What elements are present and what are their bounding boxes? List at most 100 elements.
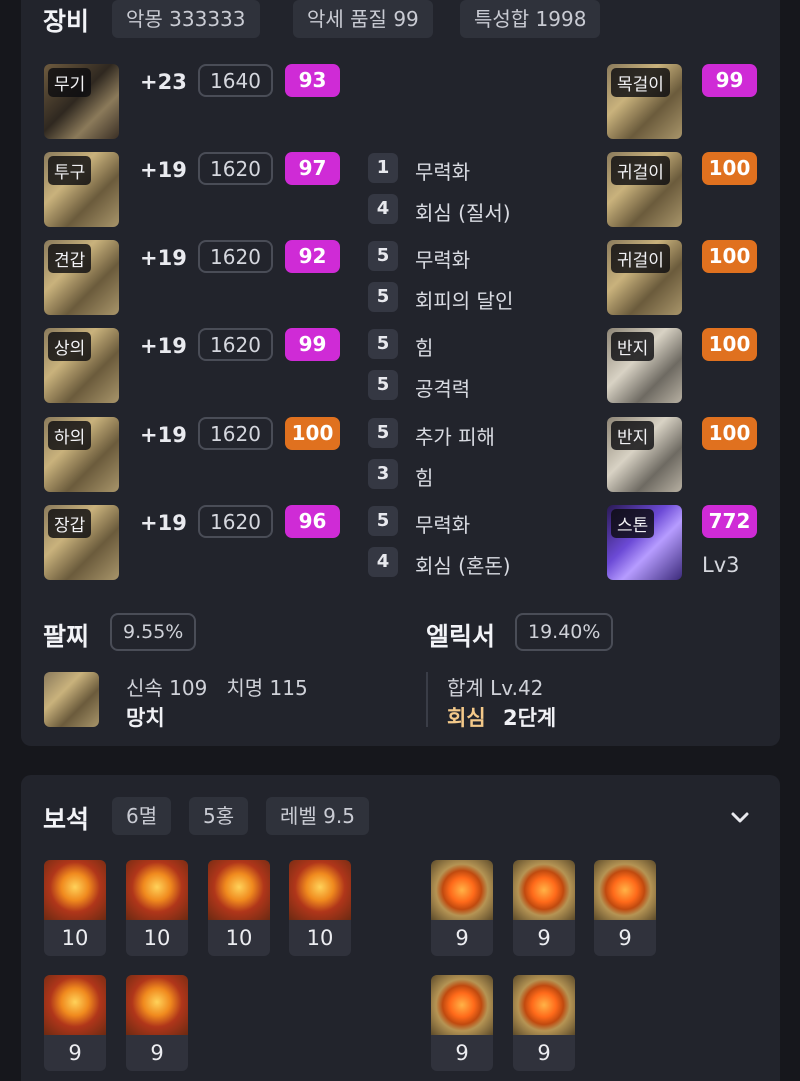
item-level: 1620 (198, 417, 273, 450)
elixir-percent: 19.40% (515, 613, 614, 651)
necklace-slot-icon[interactable]: 목걸이 (607, 64, 682, 139)
bracelet-icon[interactable] (44, 672, 99, 727)
earring-slot-icon[interactable]: 귀걸이 (607, 152, 682, 227)
damage-gem[interactable]: 10 (208, 860, 270, 956)
quality-badge: 99 (702, 64, 757, 97)
engraving-level: 5 (368, 370, 398, 400)
cooldown-gem[interactable]: 9 (513, 860, 575, 956)
damage-gem[interactable]: 10 (289, 860, 351, 956)
equipment-tag-stat-total: 특성합 1998 (460, 0, 601, 38)
equipment-title: 장비 (43, 7, 90, 36)
engraving-level: 5 (368, 506, 398, 536)
quality-badge: 100 (702, 417, 757, 450)
gem-icon (126, 975, 188, 1035)
slot-label: 무기 (48, 68, 92, 97)
weapon-slot-icon[interactable]: 무기 (44, 64, 119, 139)
gem-level: 10 (143, 926, 171, 950)
gem-icon (126, 860, 188, 920)
elixir-effect-name: 회심 (447, 706, 486, 730)
helmet-slot-icon[interactable]: 투구 (44, 152, 119, 227)
cooldown-gem[interactable]: 9 (513, 975, 575, 1071)
engraving-level: 4 (368, 547, 398, 577)
gem-icon (431, 975, 493, 1035)
slot-label: 반지 (611, 332, 655, 361)
stone-level: Lv3 (702, 553, 740, 577)
equipment-tag-accessory-quality: 악세 품질 99 (293, 0, 433, 38)
engraving-level: 5 (368, 418, 398, 448)
engraving-name: 회심 (질서) (415, 201, 511, 225)
cooldown-gem[interactable]: 9 (431, 975, 493, 1071)
engraving-name: 무력화 (415, 248, 471, 272)
honing-level: +19 (140, 334, 187, 358)
slot-label: 스톤 (611, 509, 655, 538)
engraving-level: 5 (368, 282, 398, 312)
engraving-name: 힘 (415, 466, 434, 490)
gem-icon (289, 860, 351, 920)
damage-gem[interactable]: 9 (126, 975, 188, 1071)
honing-level: +19 (140, 511, 187, 535)
bracelet-title: 팔찌 (43, 622, 90, 651)
cooldown-gem[interactable]: 9 (431, 860, 493, 956)
item-level: 1620 (198, 505, 273, 538)
damage-gem[interactable]: 9 (44, 975, 106, 1071)
honing-level: +19 (140, 423, 187, 447)
engraving-name: 회피의 달인 (415, 289, 514, 313)
cooldown-gem[interactable]: 9 (594, 860, 656, 956)
item-level: 1620 (198, 152, 273, 185)
gem-icon (208, 860, 270, 920)
quality-badge: 92 (285, 240, 340, 273)
engraving-level: 5 (368, 329, 398, 359)
gem-level: 10 (61, 926, 89, 950)
honing-level: +23 (140, 70, 187, 94)
item-level: 1640 (198, 64, 273, 97)
slot-label: 장갑 (48, 509, 92, 538)
engraving-name: 회심 (혼돈) (415, 554, 511, 578)
quality-badge: 100 (285, 417, 340, 450)
quality-badge: 772 (702, 505, 757, 538)
chest-slot-icon[interactable]: 상의 (44, 328, 119, 403)
gem-icon (44, 860, 106, 920)
chevron-down-icon[interactable] (723, 805, 757, 831)
item-level: 1620 (198, 328, 273, 361)
slot-label: 견갑 (48, 244, 92, 273)
ring-slot-icon[interactable]: 반지 (607, 328, 682, 403)
gem-level: 9 (455, 1041, 469, 1065)
gem-level: 9 (618, 926, 632, 950)
slot-label: 상의 (48, 332, 92, 361)
gem-icon (513, 860, 575, 920)
engraving-name: 무력화 (415, 513, 471, 537)
slot-label: 귀걸이 (611, 156, 670, 185)
elixir-total: 합계 Lv.42 (447, 676, 544, 700)
gem-level: 9 (150, 1041, 164, 1065)
earring-slot-icon[interactable]: 귀걸이 (607, 240, 682, 315)
gem-level: 9 (68, 1041, 82, 1065)
ability-stone-slot-icon[interactable]: 스톤 (607, 505, 682, 580)
ring-slot-icon[interactable]: 반지 (607, 417, 682, 492)
elixir-effect-level: 2단계 (503, 706, 557, 730)
slot-label: 목걸이 (611, 68, 670, 97)
bracelet-stats: 신속 109 치명 115 (126, 676, 308, 700)
pants-slot-icon[interactable]: 하의 (44, 417, 119, 492)
shoulder-slot-icon[interactable]: 견갑 (44, 240, 119, 315)
slot-label: 귀걸이 (611, 244, 670, 273)
engraving-level: 1 (368, 153, 398, 183)
quality-badge: 96 (285, 505, 340, 538)
item-level: 1620 (198, 240, 273, 273)
engraving-level: 4 (368, 194, 398, 224)
slot-label: 투구 (48, 156, 92, 185)
gems-tag-level: 레벨 9.5 (266, 797, 369, 835)
gems-tag-cooldown: 5홍 (189, 797, 249, 835)
elixir-title: 엘릭서 (426, 622, 496, 651)
section-divider (426, 672, 428, 727)
gem-level: 9 (537, 926, 551, 950)
gem-icon (594, 860, 656, 920)
damage-gem[interactable]: 10 (126, 860, 188, 956)
gems-tag-damage: 6멸 (112, 797, 172, 835)
quality-badge: 93 (285, 64, 340, 97)
equipment-tag-nightmare: 악몽 333333 (112, 0, 260, 38)
honing-level: +19 (140, 158, 187, 182)
damage-gem[interactable]: 10 (44, 860, 106, 956)
quality-badge: 100 (702, 152, 757, 185)
gem-level: 9 (455, 926, 469, 950)
gloves-slot-icon[interactable]: 장갑 (44, 505, 119, 580)
